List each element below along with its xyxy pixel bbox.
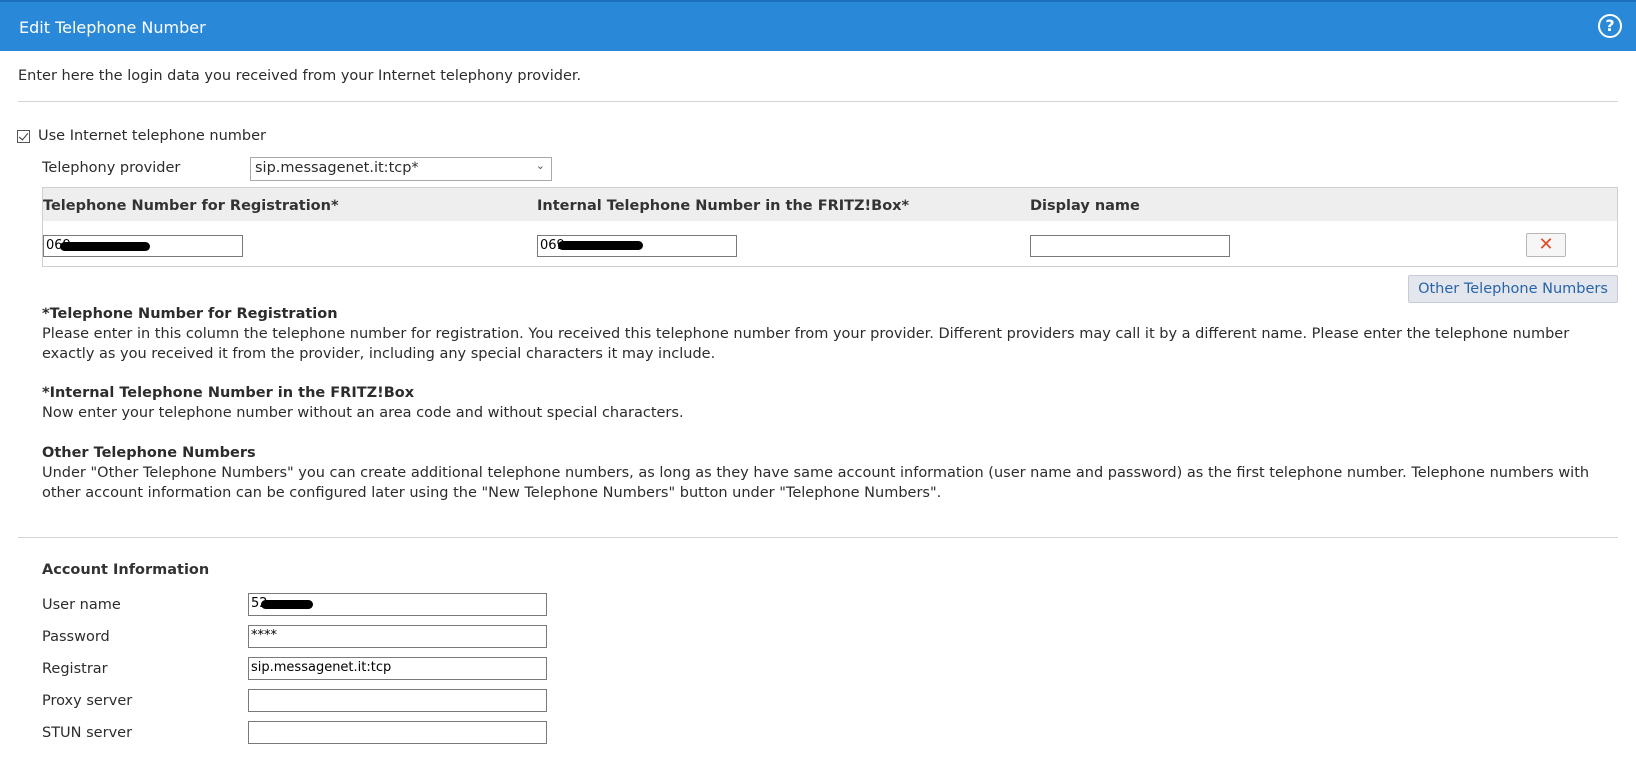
help-internal: *Internal Telephone Number in the FRITZ!… [42,383,1612,423]
use-internet-number-label: Use Internet telephone number [38,128,267,144]
redaction-mark [558,241,643,250]
username-label: User name [42,597,121,613]
chevron-down-icon: ⌄ [535,159,545,172]
stun-server-input[interactable] [248,721,547,744]
help-text: Now enter your telephone number without … [42,405,684,421]
help-registration: *Telephone Number for Registration Pleas… [42,304,1612,364]
other-telephone-numbers-button[interactable]: Other Telephone Numbers [1408,275,1618,303]
intro-text: Enter here the login data you received f… [18,68,582,84]
header-internal: Internal Telephone Number in the FRITZ!B… [537,198,910,214]
title-bar: Edit Telephone Number ? [0,0,1636,51]
help-other-numbers: Other Telephone Numbers Under "Other Tel… [42,443,1612,503]
window-title: Edit Telephone Number [19,18,206,37]
divider [18,537,1618,538]
password-value: **** [251,628,277,643]
use-internet-number-checkbox[interactable] [17,129,30,143]
number-table-header: Telephone Number for Registration* Inter… [43,188,1617,221]
redaction-mark [60,242,150,251]
help-text: Under "Other Telephone Numbers" you can … [42,465,1590,501]
divider [18,101,1618,102]
registrar-value: sip.messagenet.it:tcp [251,660,392,675]
help-icon[interactable]: ? [1598,14,1622,38]
provider-select-value: sip.messagenet.it:tcp* [255,160,419,176]
registration-number-input[interactable]: 069 [43,235,243,257]
registrar-label: Registrar [42,661,108,677]
display-name-input[interactable] [1030,235,1230,257]
registrar-input[interactable]: sip.messagenet.it:tcp [248,657,547,680]
close-icon: ✕ [1538,234,1554,255]
internal-number-input[interactable]: 069 [537,235,737,257]
proxy-server-label: Proxy server [42,693,133,709]
header-display-name: Display name [1030,198,1140,214]
header-registration: Telephone Number for Registration* [43,198,339,214]
help-heading: *Telephone Number for Registration [42,306,338,322]
proxy-server-input[interactable] [248,689,547,712]
help-heading: Other Telephone Numbers [42,445,256,461]
account-info-title: Account Information [42,562,210,578]
password-label: Password [42,629,110,645]
provider-select[interactable]: sip.messagenet.it:tcp* ⌄ [250,157,552,181]
use-internet-number-row: Use Internet telephone number [17,128,266,144]
stun-server-label: STUN server [42,725,133,741]
username-input[interactable]: 52 [248,593,547,616]
delete-row-button[interactable]: ✕ [1526,233,1566,257]
help-heading: *Internal Telephone Number in the FRITZ!… [42,385,415,401]
password-input[interactable]: **** [248,625,547,648]
provider-label: Telephony provider [42,160,181,176]
redaction-mark [261,600,313,609]
number-table: Telephone Number for Registration* Inter… [42,187,1618,267]
help-text: Please enter in this column the telephon… [42,326,1570,362]
